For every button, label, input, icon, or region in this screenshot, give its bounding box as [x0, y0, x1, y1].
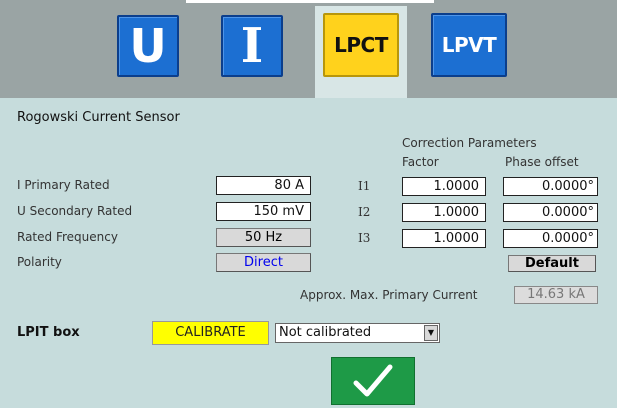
lpct-settings-window: U I LPCT LPVT Rogowski Current Sensor Co…: [0, 0, 617, 408]
phase-offset-header: Phase offset: [505, 155, 579, 169]
row-i1-label: I1: [358, 179, 371, 193]
tab-voltage-label: U: [129, 19, 167, 73]
tab-voltage[interactable]: U: [117, 15, 179, 77]
sensor-title: Rogowski Current Sensor: [17, 110, 180, 125]
primary-rated-field[interactable]: 80 A: [216, 176, 311, 195]
i1-factor-field[interactable]: 1.0000: [402, 177, 486, 196]
polarity-label: Polarity: [17, 255, 62, 269]
i3-phase-field[interactable]: 0.0000°: [503, 229, 598, 248]
approx-max-current-field: 14.63 kA: [514, 286, 598, 304]
i2-factor-field[interactable]: 1.0000: [402, 203, 486, 222]
approx-max-current-label: Approx. Max. Primary Current: [300, 288, 478, 302]
primary-rated-label: I Primary Rated: [17, 178, 110, 192]
tab-lpct[interactable]: LPCT: [323, 13, 399, 77]
secondary-rated-label: U Secondary Rated: [17, 204, 133, 218]
lpit-box-label: LPIT box: [17, 325, 80, 340]
tab-bar: [0, 0, 617, 98]
row-i2-label: I2: [358, 205, 371, 219]
i2-phase-field[interactable]: 0.0000°: [503, 203, 598, 222]
calibration-status-value: Not calibrated: [279, 325, 372, 340]
triangle-down-icon[interactable]: ▼: [424, 325, 438, 341]
checkmark-icon: [353, 364, 393, 397]
rated-frequency-button[interactable]: 50 Hz: [216, 228, 311, 247]
top-strip: [186, 0, 434, 3]
tab-lpct-label: LPCT: [334, 33, 388, 57]
default-button[interactable]: Default: [508, 255, 596, 272]
row-i3-label: I3: [358, 231, 371, 245]
ok-button[interactable]: [331, 357, 415, 405]
secondary-rated-field[interactable]: 150 mV: [216, 202, 311, 221]
tab-current-label: I: [240, 18, 264, 74]
calibrate-button[interactable]: CALIBRATE: [152, 321, 269, 345]
i3-factor-field[interactable]: 1.0000: [402, 229, 486, 248]
tab-lpvt-label: LPVT: [441, 33, 497, 57]
tab-lpvt[interactable]: LPVT: [431, 13, 507, 77]
i1-phase-field[interactable]: 0.0000°: [503, 177, 598, 196]
polarity-button[interactable]: Direct: [216, 253, 311, 272]
factor-header: Factor: [402, 155, 439, 169]
tab-current[interactable]: I: [221, 15, 283, 77]
rated-frequency-label: Rated Frequency: [17, 230, 118, 244]
calibration-status-select[interactable]: Not calibrated ▼: [275, 323, 440, 343]
correction-heading: Correction Parameters: [402, 136, 537, 150]
